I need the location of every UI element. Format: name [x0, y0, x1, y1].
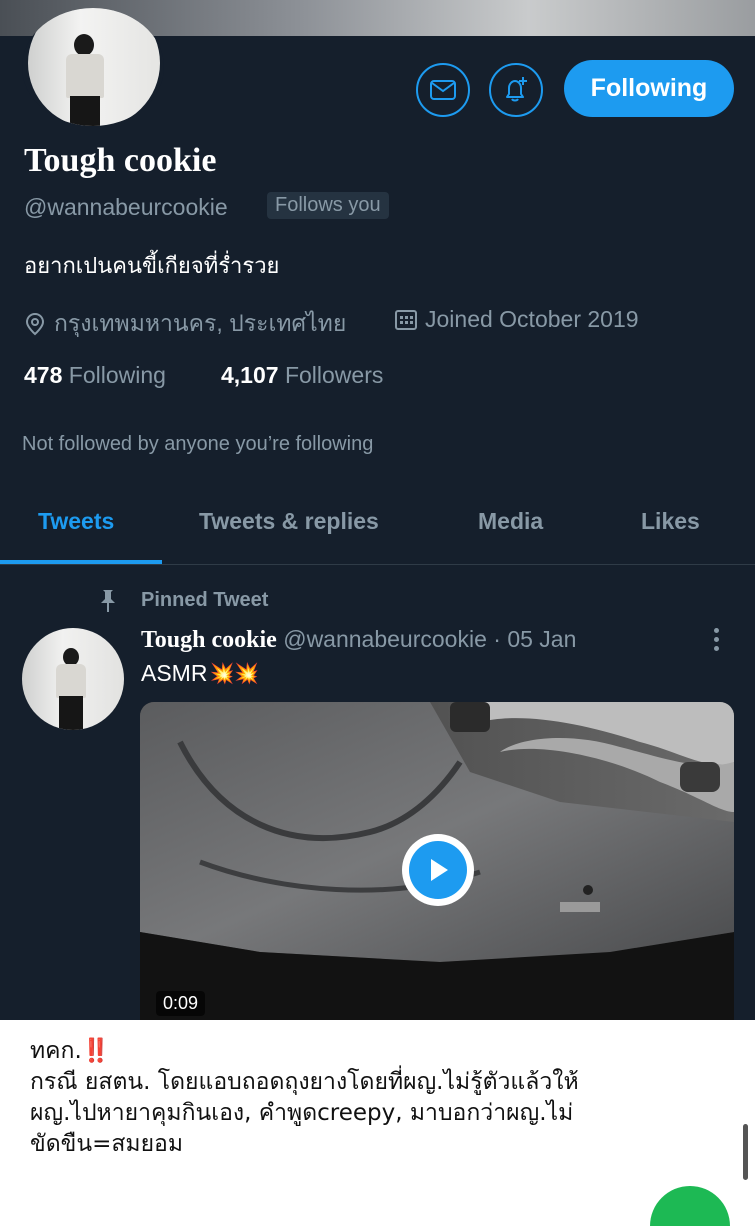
floating-action-button[interactable] [650, 1186, 730, 1226]
tab-media[interactable]: Media [478, 508, 543, 535]
profile-location: กรุงเทพมหานคร, ประเทศไทย [24, 306, 346, 342]
following-button[interactable]: Following [564, 60, 734, 117]
following-label: Following [68, 362, 166, 388]
caption-line-4: ขัดขืน=สมยอม [30, 1131, 184, 1157]
tweet-author-name[interactable]: Tough cookie [141, 627, 277, 653]
double-exclamation-icon: ‼️ [81, 1038, 111, 1064]
profile-screen: Following Tough cookie @wannabeurcookie … [0, 0, 755, 1020]
follows-you-badge: Follows you [267, 192, 389, 219]
caption-line-2: กรณี ยสตน. โดยแอบถอดถุงยางโดยที่ผญ.ไม่รู… [30, 1069, 579, 1095]
collision-emoji-icon: 💥💥 [209, 663, 260, 685]
following-count: 478 [24, 362, 63, 388]
pinned-tweet-label: Pinned Tweet [141, 589, 269, 611]
tab-tweets-replies[interactable]: Tweets & replies [199, 508, 379, 535]
profile-joined: Joined October 2019 [395, 306, 639, 333]
play-icon [431, 859, 448, 881]
video-duration: 0:09 [156, 991, 206, 1016]
calendar-icon [395, 309, 417, 330]
tweet-header: Tough cookie @wannabeurcookie · 05 Jan [141, 626, 576, 654]
profile-bio: อยากเปนคนขี้เกียจที่ร่ำรวย [24, 254, 280, 279]
scrollbar[interactable] [743, 1124, 748, 1180]
tweet-date[interactable]: · 05 Jan [493, 626, 576, 652]
tweet-author-handle[interactable]: @wannabeurcookie [283, 626, 487, 652]
play-button[interactable] [402, 834, 474, 906]
tweet-text: ASMR 💥💥 [141, 660, 259, 687]
followers-count: 4,107 [221, 362, 279, 388]
caption-line-1: ทคก.‼️ [30, 1036, 730, 1067]
joined-text: Joined October 2019 [425, 306, 639, 332]
following-stat[interactable]: 478 Following [24, 362, 166, 389]
notify-button[interactable] [489, 63, 543, 117]
profile-handle: @wannabeurcookie [24, 194, 228, 220]
tab-tweets[interactable]: Tweets [38, 508, 114, 535]
profile-name: Tough cookie [24, 142, 217, 179]
location-pin-icon [25, 312, 45, 336]
caption-title: ทคก. [30, 1038, 82, 1064]
tab-likes[interactable]: Likes [641, 508, 700, 535]
bell-plus-icon [506, 77, 527, 102]
post-caption: ทคก.‼️ กรณี ยสตน. โดยแอบถอดถุงยางโดยที่ผ… [30, 1036, 730, 1160]
caption-line-3: ผญ.ไปหายาคุมกินเอง, คำพูดcreepy, มาบอกว่… [30, 1100, 574, 1126]
pin-icon [101, 590, 115, 612]
followers-stat[interactable]: 4,107 Followers [221, 362, 383, 389]
not-followed-note: Not followed by anyone you’re following [22, 433, 374, 455]
tab-divider [0, 564, 755, 565]
location-text: กรุงเทพมหานคร, ประเทศไทย [54, 310, 347, 336]
tweet-text-body: ASMR [141, 660, 208, 686]
tweet-author-avatar[interactable] [22, 628, 124, 730]
profile-avatar[interactable] [22, 8, 164, 126]
mail-icon [430, 80, 456, 100]
followers-label: Followers [284, 362, 384, 388]
message-button[interactable] [416, 63, 470, 117]
more-options-icon[interactable] [714, 628, 720, 655]
